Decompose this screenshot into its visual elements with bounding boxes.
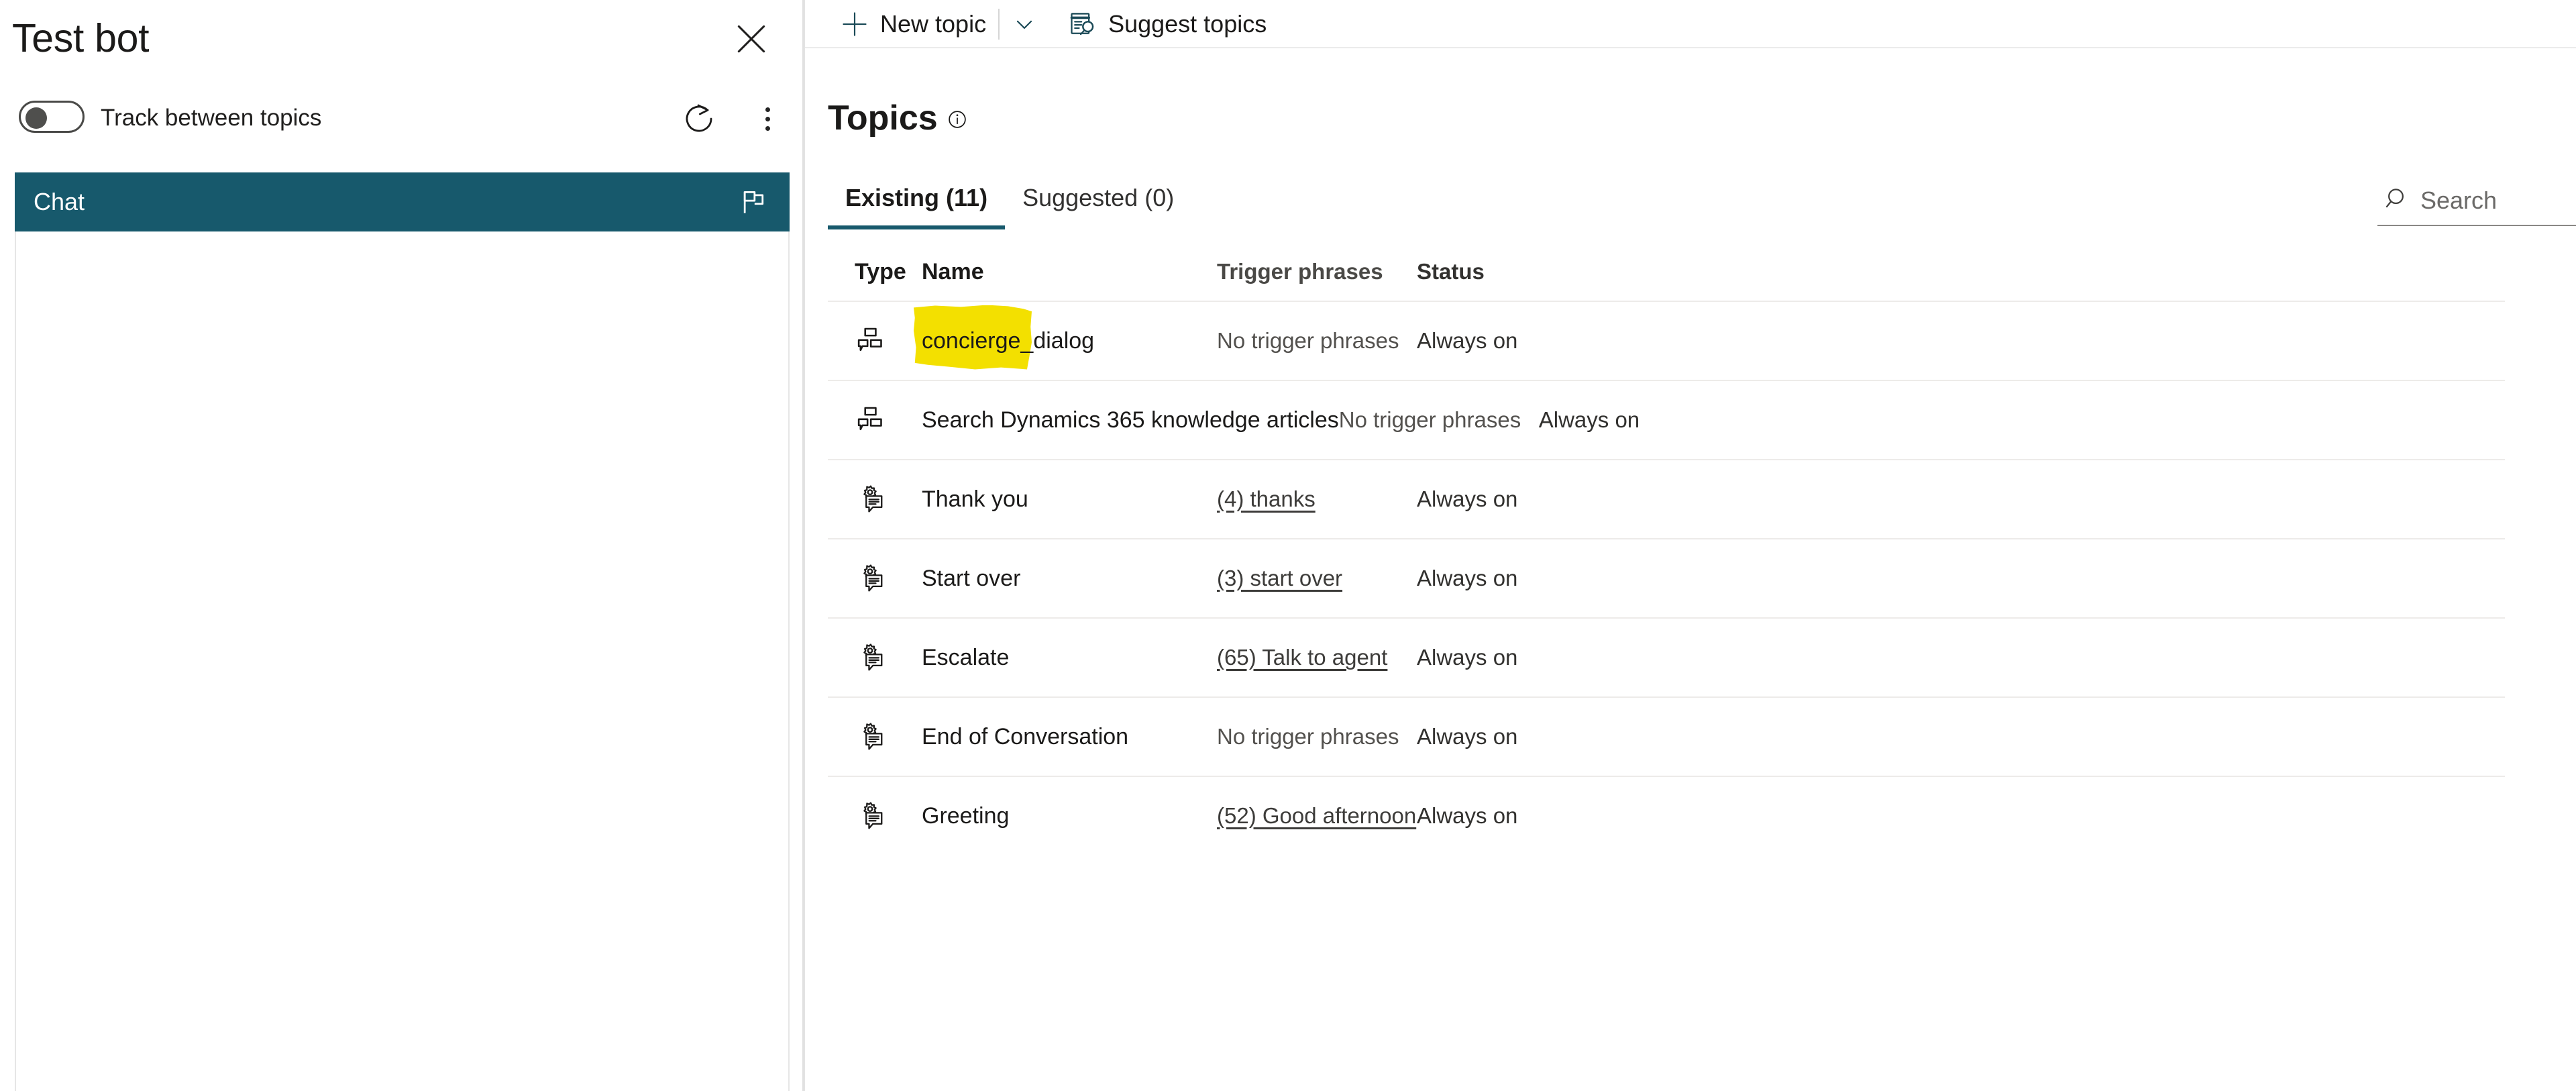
suggest-topics-button[interactable]: Suggest topics (1059, 3, 1276, 46)
tab-suggested-label: Suggested (0) (1022, 184, 1175, 211)
topic-name-label: Greeting (922, 802, 1010, 829)
search-icon (2384, 185, 2411, 215)
tab-existing[interactable]: Existing (11) (828, 177, 1006, 239)
test-bot-panel: Test bot Track between topics Chat (0, 0, 804, 1091)
topic-name-label: End of Conversation (922, 723, 1129, 749)
search-input[interactable]: Search (2377, 181, 2576, 226)
trigger-phrases-link[interactable]: (52) Good afternoon (1217, 803, 1416, 828)
topic-name-cell[interactable]: Thank you (922, 486, 1028, 513)
column-header-trigger-phrases: Trigger phrases (1217, 259, 1383, 284)
command-bar: New topic Suggest topics (805, 0, 2576, 48)
status-badge: Always on (1417, 486, 1518, 511)
app-root: Test bot Track between topics Chat New t… (0, 0, 2576, 1091)
new-topic-button[interactable]: New topic (830, 3, 996, 46)
status-badge: Always on (1538, 407, 1640, 432)
topics-content: Topics Existing (11) Suggested (0) Searc… (805, 48, 2576, 855)
chat-tab-label: Chat (34, 188, 85, 215)
flag-icon[interactable] (739, 187, 768, 217)
trigger-phrases-text: No trigger phrases (1217, 328, 1399, 353)
dialog-topic-icon (855, 325, 922, 356)
trigger-phrases-link[interactable]: (4) thanks (1217, 486, 1316, 511)
chat-transcript-area (15, 231, 790, 1091)
table-row[interactable]: Search Dynamics 365 knowledge articles No… (828, 380, 2505, 459)
suggest-topics-label: Suggest topics (1108, 10, 1267, 38)
system-topic-icon (855, 484, 922, 515)
topic-name-label: Start over (922, 565, 1021, 591)
status-badge: Always on (1417, 724, 1518, 749)
toggle-knob (25, 107, 47, 129)
status-badge: Always on (1417, 645, 1518, 670)
column-header-type: Type (855, 258, 906, 284)
table-row[interactable]: Escalate (65) Talk to agent Always on (828, 617, 2505, 696)
dialog-topic-icon (855, 405, 922, 435)
topic-name-label: Escalate (922, 644, 1010, 670)
refresh-icon[interactable] (681, 101, 717, 137)
chevron-down-icon[interactable] (1002, 3, 1046, 46)
system-topic-icon (855, 642, 922, 673)
topic-name-label: concierge_dialog (922, 327, 1095, 354)
system-topic-icon (855, 800, 922, 831)
topics-main-area: New topic Suggest topics Topics Existing… (804, 0, 2576, 1091)
table-row[interactable]: End of Conversation No trigger phrases Alw… (828, 696, 2505, 776)
command-bar-separator (998, 9, 1000, 40)
table-row[interactable]: Thank you (4) thanks Always on (828, 459, 2505, 538)
topic-name-cell[interactable]: Escalate (922, 645, 1009, 671)
table-header-row: Type Name Trigger phrases Status (828, 243, 2505, 301)
search-placeholder: Search (2420, 186, 2498, 214)
tab-existing-label: Existing (11) (845, 184, 988, 211)
topic-name-cell[interactable]: Search Dynamics 365 knowledge articles (922, 407, 1339, 433)
new-topic-label: New topic (880, 10, 987, 38)
system-topic-icon (855, 563, 922, 594)
topic-name-cell[interactable]: Start over (922, 566, 1020, 592)
page-title-test-bot: Test bot (12, 16, 150, 60)
topic-name-label: Thank you (922, 486, 1028, 512)
more-vertical-icon[interactable] (751, 101, 784, 137)
column-header-name: Name (922, 258, 984, 284)
column-header-status: Status (1417, 259, 1485, 284)
topic-name-label: Search Dynamics 365 knowledge articles (922, 407, 1339, 433)
table-row[interactable]: Greeting (52) Good afternoon Always on (828, 776, 2505, 855)
close-icon[interactable] (727, 15, 775, 63)
tab-suggested[interactable]: Suggested (0) (1005, 177, 1191, 239)
status-badge: Always on (1417, 328, 1518, 353)
topics-tabs: Existing (11) Suggested (0) Search (828, 177, 2576, 239)
table-body: concierge_dialog No trigger phrases Always… (828, 301, 2505, 855)
document-search-icon (1068, 9, 1097, 39)
trigger-phrases-link[interactable]: (65) Talk to agent (1217, 645, 1387, 670)
trigger-phrases-link[interactable]: (3) start over (1217, 566, 1342, 590)
track-between-topics-toggle[interactable] (19, 101, 85, 133)
test-bot-header: Test bot (0, 0, 804, 85)
track-between-topics-label: Track between topics (101, 105, 322, 131)
status-badge: Always on (1417, 803, 1518, 828)
test-bot-toolbar: Track between topics (0, 86, 804, 148)
status-badge: Always on (1417, 566, 1518, 590)
topic-name-cell[interactable]: End of Conversation (922, 724, 1128, 750)
page-title: Topics (828, 99, 938, 138)
trigger-phrases-text: No trigger phrases (1217, 724, 1399, 749)
page-title-row: Topics (828, 48, 2576, 136)
system-topic-icon (855, 721, 922, 752)
table-row[interactable]: Start over (3) start over Always on (828, 538, 2505, 617)
topic-name-cell[interactable]: Greeting (922, 803, 1009, 829)
table-row[interactable]: concierge_dialog No trigger phrases Always… (828, 301, 2505, 380)
trigger-phrases-text: No trigger phrases (1338, 407, 1521, 432)
topic-name-cell[interactable]: concierge_dialog (914, 305, 1095, 370)
plus-icon (840, 9, 869, 39)
info-icon[interactable] (947, 109, 967, 129)
chat-tab-header[interactable]: Chat (15, 172, 790, 231)
topics-table: Type Name Trigger phrases Status concier… (828, 243, 2505, 855)
